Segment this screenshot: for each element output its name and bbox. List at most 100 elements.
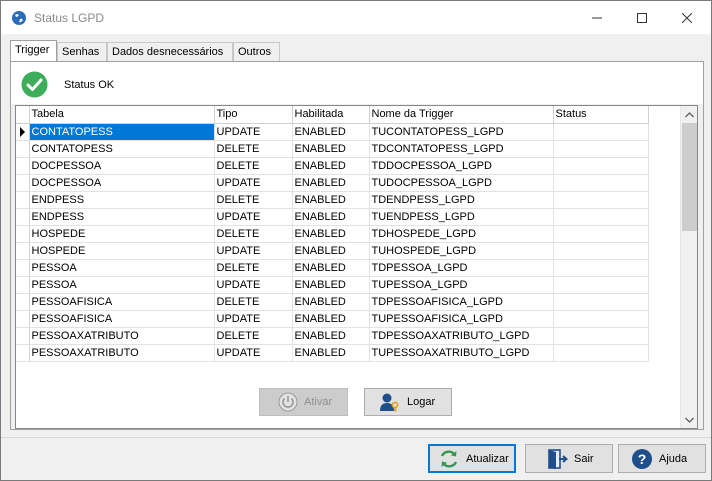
- cell-status[interactable]: [553, 174, 649, 192]
- cell-habilitada[interactable]: ENABLED: [292, 293, 370, 311]
- cell-habilitada[interactable]: ENABLED: [292, 225, 370, 243]
- cell-status[interactable]: [553, 191, 649, 209]
- cell-tabela[interactable]: PESSOAFISICA: [29, 293, 215, 311]
- cell-status[interactable]: [553, 276, 649, 294]
- cell-tipo[interactable]: UPDATE: [214, 242, 293, 260]
- tab-trigger[interactable]: Trigger: [10, 40, 57, 61]
- cell-tipo[interactable]: DELETE: [214, 293, 293, 311]
- cell-tabela[interactable]: HOSPEDE: [29, 225, 215, 243]
- cell-habilitada[interactable]: ENABLED: [292, 310, 370, 328]
- column-header-nome-da-trigger[interactable]: Nome da Trigger: [369, 106, 554, 124]
- cell-status[interactable]: [553, 327, 649, 345]
- row-indicator-cell[interactable]: [16, 242, 30, 260]
- table-row[interactable]: ENDPESS DELETE ENABLED TDENDPESS_LGPD: [16, 191, 649, 209]
- column-header-habilitada[interactable]: Habilitada: [292, 106, 370, 124]
- cell-nome-da-trigger[interactable]: TUPESSOA_LGPD: [369, 276, 554, 294]
- tab-senhas[interactable]: Senhas: [57, 42, 107, 61]
- scroll-down-button[interactable]: [681, 411, 697, 428]
- cell-status[interactable]: [553, 123, 649, 141]
- table-row[interactable]: HOSPEDE UPDATE ENABLED TUHOSPEDE_LGPD: [16, 242, 649, 260]
- scroll-up-button[interactable]: [681, 106, 697, 123]
- cell-nome-da-trigger[interactable]: TUHOSPEDE_LGPD: [369, 242, 554, 260]
- table-row[interactable]: PESSOA UPDATE ENABLED TUPESSOA_LGPD: [16, 276, 649, 294]
- cell-status[interactable]: [553, 310, 649, 328]
- column-header-tabela[interactable]: Tabela: [29, 106, 215, 124]
- cell-habilitada[interactable]: ENABLED: [292, 191, 370, 209]
- cell-nome-da-trigger[interactable]: TDPESSOAXATRIBUTO_LGPD: [369, 327, 554, 345]
- cell-status[interactable]: [553, 225, 649, 243]
- row-indicator-cell[interactable]: [16, 310, 30, 328]
- column-header-tipo[interactable]: Tipo: [214, 106, 293, 124]
- tab-dados-desnecessarios[interactable]: Dados desnecessários: [107, 42, 233, 61]
- cell-tipo[interactable]: DELETE: [214, 225, 293, 243]
- cell-tabela[interactable]: CONTATOPESS: [29, 123, 215, 141]
- cell-habilitada[interactable]: ENABLED: [292, 242, 370, 260]
- table-row[interactable]: PESSOA DELETE ENABLED TDPESSOA_LGPD: [16, 259, 649, 277]
- row-indicator-cell[interactable]: [16, 123, 30, 141]
- row-indicator-cell[interactable]: [16, 208, 30, 226]
- cell-habilitada[interactable]: ENABLED: [292, 174, 370, 192]
- cell-tabela[interactable]: DOCPESSOA: [29, 157, 215, 175]
- cell-tipo[interactable]: DELETE: [214, 327, 293, 345]
- vertical-scrollbar[interactable]: [680, 106, 697, 428]
- cell-habilitada[interactable]: ENABLED: [292, 344, 370, 362]
- column-header-status[interactable]: Status: [553, 106, 649, 124]
- cell-tipo[interactable]: UPDATE: [214, 174, 293, 192]
- row-indicator-cell[interactable]: [16, 327, 30, 345]
- table-row[interactable]: CONTATOPESS DELETE ENABLED TDCONTATOPESS_LG…: [16, 140, 649, 158]
- table-row[interactable]: PESSOAFISICA UPDATE ENABLED TUPESSOAFISICA_…: [16, 310, 649, 328]
- cell-tabela[interactable]: PESSOAXATRIBUTO: [29, 327, 215, 345]
- cell-tipo[interactable]: UPDATE: [214, 276, 293, 294]
- cell-nome-da-trigger[interactable]: TDPESSOAFISICA_LGPD: [369, 293, 554, 311]
- cell-status[interactable]: [553, 140, 649, 158]
- cell-habilitada[interactable]: ENABLED: [292, 157, 370, 175]
- cell-habilitada[interactable]: ENABLED: [292, 140, 370, 158]
- row-indicator-cell[interactable]: [16, 344, 30, 362]
- cell-nome-da-trigger[interactable]: TDCONTATOPESS_LGPD: [369, 140, 554, 158]
- cell-tabela[interactable]: ENDPESS: [29, 191, 215, 209]
- cell-nome-da-trigger[interactable]: TUCONTATOPESS_LGPD: [369, 123, 554, 141]
- cell-habilitada[interactable]: ENABLED: [292, 327, 370, 345]
- cell-status[interactable]: [553, 293, 649, 311]
- cell-tabela[interactable]: HOSPEDE: [29, 242, 215, 260]
- table-row[interactable]: DOCPESSOA UPDATE ENABLED TUDOCPESSOA_LGPD: [16, 174, 649, 192]
- scrollbar-thumb[interactable]: [682, 123, 697, 231]
- row-indicator-cell[interactable]: [16, 174, 30, 192]
- cell-nome-da-trigger[interactable]: TUENDPESS_LGPD: [369, 208, 554, 226]
- sair-button[interactable]: Sair: [525, 444, 613, 473]
- cell-tipo[interactable]: UPDATE: [214, 310, 293, 328]
- cell-tabela[interactable]: PESSOAXATRIBUTO: [29, 344, 215, 362]
- table-row[interactable]: PESSOAFISICA DELETE ENABLED TDPESSOAFISICA_…: [16, 293, 649, 311]
- cell-nome-da-trigger[interactable]: TUDOCPESSOA_LGPD: [369, 174, 554, 192]
- row-indicator-cell[interactable]: [16, 293, 30, 311]
- cell-status[interactable]: [553, 259, 649, 277]
- table-row[interactable]: HOSPEDE DELETE ENABLED TDHOSPEDE_LGPD: [16, 225, 649, 243]
- ajuda-button[interactable]: ? Ajuda: [618, 444, 706, 473]
- row-indicator-cell[interactable]: [16, 276, 30, 294]
- cell-tipo[interactable]: UPDATE: [214, 208, 293, 226]
- table-row[interactable]: DOCPESSOA DELETE ENABLED TDDOCPESSOA_LGPD: [16, 157, 649, 175]
- close-button[interactable]: [664, 1, 710, 34]
- row-indicator-cell[interactable]: [16, 191, 30, 209]
- title-bar[interactable]: Status LGPD: [1, 1, 711, 34]
- minimize-button[interactable]: [574, 1, 620, 34]
- cell-tabela[interactable]: ENDPESS: [29, 208, 215, 226]
- table-row[interactable]: PESSOAXATRIBUTO UPDATE ENABLED TUPESSOAXATR…: [16, 344, 649, 362]
- row-indicator-cell[interactable]: [16, 259, 30, 277]
- row-indicator-cell[interactable]: [16, 157, 30, 175]
- cell-tabela[interactable]: DOCPESSOA: [29, 174, 215, 192]
- cell-tipo[interactable]: DELETE: [214, 191, 293, 209]
- cell-status[interactable]: [553, 208, 649, 226]
- cell-nome-da-trigger[interactable]: TDHOSPEDE_LGPD: [369, 225, 554, 243]
- cell-nome-da-trigger[interactable]: TDENDPESS_LGPD: [369, 191, 554, 209]
- cell-tabela[interactable]: CONTATOPESS: [29, 140, 215, 158]
- cell-tabela[interactable]: PESSOAFISICA: [29, 310, 215, 328]
- row-indicator-cell[interactable]: [16, 225, 30, 243]
- cell-tipo[interactable]: UPDATE: [214, 344, 293, 362]
- cell-tipo[interactable]: DELETE: [214, 157, 293, 175]
- cell-nome-da-trigger[interactable]: TUPESSOAFISICA_LGPD: [369, 310, 554, 328]
- cell-tipo[interactable]: DELETE: [214, 259, 293, 277]
- cell-nome-da-trigger[interactable]: TDDOCPESSOA_LGPD: [369, 157, 554, 175]
- cell-status[interactable]: [553, 157, 649, 175]
- tab-outros[interactable]: Outros: [233, 42, 280, 61]
